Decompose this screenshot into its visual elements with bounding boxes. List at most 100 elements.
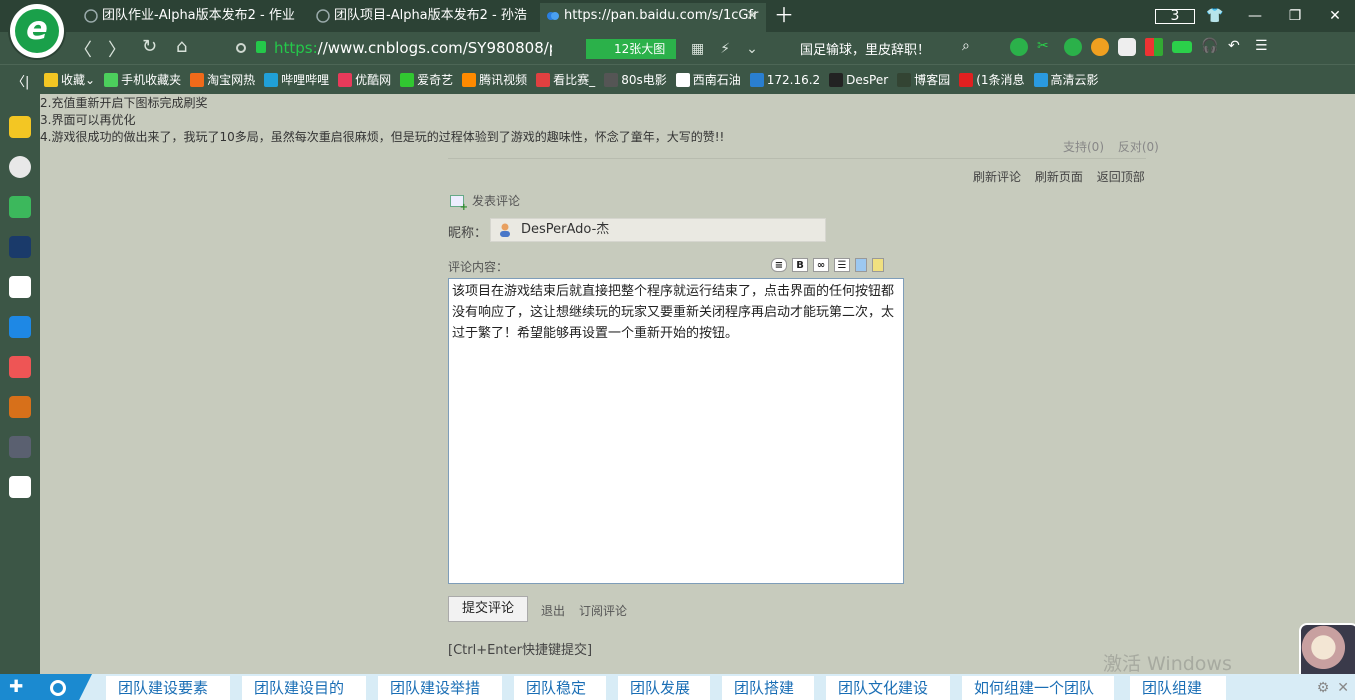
tab-1[interactable]: 团队作业-Alpha版本发布2 - 作业 xyxy=(78,3,304,32)
wallet-icon[interactable] xyxy=(1091,38,1109,56)
minimize-icon[interactable]: — xyxy=(1235,8,1275,24)
bottom-link[interactable]: 团队稳定 xyxy=(514,676,606,700)
bottom-link[interactable]: 团队建设目的 xyxy=(242,676,366,700)
sidebar-toggle-icon[interactable]: 〈| xyxy=(12,71,29,90)
favorites-icon[interactable] xyxy=(9,116,31,138)
logout-link[interactable]: 退出 xyxy=(541,602,565,619)
oppose-link[interactable]: 反对(0) xyxy=(1118,140,1159,154)
bottom-link[interactable]: 团队建设举措 xyxy=(378,676,502,700)
link-icon[interactable]: ∞ xyxy=(813,258,829,272)
bold-icon[interactable]: B xyxy=(792,258,808,272)
dropdown-icon[interactable]: ⌄ xyxy=(746,41,774,57)
bottom-close-icon[interactable]: ✕ xyxy=(1337,680,1349,696)
speed-icon[interactable]: ⚡ xyxy=(720,41,746,57)
bottom-link[interactable]: 如何组建一个团队 xyxy=(962,676,1114,700)
url-input[interactable]: https://www.cnblogs.com/SY980808/p/11896… xyxy=(226,34,792,62)
reader-mode-icon[interactable] xyxy=(1010,38,1028,56)
menu-icon[interactable]: ☰ xyxy=(1255,38,1273,56)
forward-icon[interactable]: 〉 xyxy=(108,36,126,62)
news-headline[interactable]: 国足输球，里皮辞职！ xyxy=(800,39,930,58)
code-icon[interactable]: ☰ xyxy=(834,258,850,272)
bookmark-item[interactable]: 看比赛_ xyxy=(536,71,595,88)
scissors-icon[interactable]: ✂ xyxy=(1037,38,1055,56)
refresh-page-link[interactable]: 刷新页面 xyxy=(1035,170,1083,184)
image-upload-icon[interactable] xyxy=(855,258,867,272)
bookmark-label: (1条消息 xyxy=(976,73,1025,87)
download-app-icon[interactable] xyxy=(9,476,31,498)
bookmark-item[interactable]: DesPer xyxy=(829,71,888,88)
document-icon[interactable] xyxy=(9,276,31,298)
comment-textarea[interactable] xyxy=(448,278,904,584)
bookmark-item[interactable]: 高清云影 xyxy=(1033,71,1099,88)
refresh-comments-link[interactable]: 刷新评论 xyxy=(973,170,1021,184)
bookmark-item[interactable]: 哔哩哔哩 xyxy=(264,71,329,88)
browser-logo[interactable]: e xyxy=(10,4,64,58)
bookmark-item[interactable]: 172.16.2 xyxy=(749,71,820,88)
chat-icon[interactable] xyxy=(9,316,31,338)
close-window-icon[interactable]: ✕ xyxy=(1315,8,1355,24)
new-tab-icon[interactable]: ＋ xyxy=(774,3,794,27)
floating-avatar[interactable] xyxy=(1299,623,1355,674)
undo-icon[interactable]: ↶ xyxy=(1228,38,1246,56)
bookmark-item[interactable]: 博客园 xyxy=(897,71,950,88)
search-icon[interactable]: ⌕ xyxy=(962,38,970,54)
big-picture-button[interactable]: 12张大图 xyxy=(586,39,676,59)
apps-icon[interactable] xyxy=(1145,38,1163,56)
home-icon[interactable]: ⌂ xyxy=(176,36,187,57)
close-tab-icon[interactable]: ✕ xyxy=(746,3,758,29)
tab-count[interactable]: 3 xyxy=(1155,8,1195,24)
world-news-icon[interactable] xyxy=(9,236,31,258)
image-icon[interactable] xyxy=(872,258,884,272)
skin-icon[interactable]: 👕 xyxy=(1195,8,1235,24)
bottom-link[interactable]: 团队组建 xyxy=(1130,676,1226,700)
back-icon[interactable]: 〈 xyxy=(74,36,92,62)
site-info-icon[interactable] xyxy=(236,43,246,53)
bookmark-item[interactable]: (1条消息 xyxy=(959,71,1025,88)
translate-icon[interactable] xyxy=(1064,38,1082,56)
battery-icon[interactable] xyxy=(1172,41,1192,53)
comment-line-3: 3.界面可以再优化 xyxy=(40,113,136,127)
bookmark-list: 收藏 ⌄ 手机收藏夹 淘宝网热 哔哩哔哩 优酷网 爱奇艺 腾讯视频 看比赛_ 80s电影 西南石油… xyxy=(44,71,1108,88)
restore-icon[interactable]: ❐ xyxy=(1275,8,1315,24)
game-app-icon-1[interactable] xyxy=(9,356,31,378)
lock-icon xyxy=(256,41,266,53)
mail-icon[interactable] xyxy=(9,196,31,218)
bottom-link[interactable]: 团队发展 xyxy=(618,676,710,700)
bookmark-item[interactable]: 淘宝网热 xyxy=(190,71,255,88)
url-text: https://www.cnblogs.com/SY980808/p/11896 xyxy=(274,39,552,57)
bookmark-item[interactable]: 腾讯视频 xyxy=(462,71,527,88)
bookmark-item[interactable]: 手机收藏夹 xyxy=(104,71,181,88)
bottom-link[interactable]: 团队搭建 xyxy=(722,676,814,700)
tab-2[interactable]: 团队项目-Alpha版本发布2 - 孙浩 xyxy=(310,3,536,32)
back-to-top-link[interactable]: 返回顶部 xyxy=(1097,170,1145,184)
bookmark-item[interactable]: 优酷网 xyxy=(338,71,391,88)
film-icon xyxy=(604,72,619,87)
refresh-icon[interactable]: ↻ xyxy=(142,36,157,57)
game-app-icon-2[interactable] xyxy=(9,396,31,418)
chevron-down-icon[interactable]: ⌄ xyxy=(85,73,95,87)
bottom-ad-bar: ✚ 团队建设要素 团队建设目的 团队建设举措 团队稳定 团队发展 团队搭建 团队文化建设 如何… xyxy=(0,674,1355,700)
weibo-icon[interactable] xyxy=(9,156,31,178)
bottom-link[interactable]: 团队建设要素 xyxy=(106,676,230,700)
tencent-video-icon xyxy=(462,72,477,87)
bottom-link[interactable]: 团队文化建设 xyxy=(826,676,950,700)
bottom-settings-icon[interactable]: ⚙ xyxy=(1317,680,1330,696)
bookmark-item[interactable]: 西南石油 xyxy=(675,71,741,88)
bookmark-item[interactable]: 80s电影 xyxy=(604,71,667,88)
reader-icon[interactable]: ▦ xyxy=(691,41,720,57)
headphones-icon[interactable]: 🎧 xyxy=(1201,38,1219,56)
submit-comment-button[interactable]: 提交评论 xyxy=(448,596,528,622)
support-link[interactable]: 支持(0) xyxy=(1063,140,1104,154)
plus-icon: ✚ xyxy=(9,677,24,697)
bookmark-item[interactable]: 收藏 ⌄ xyxy=(44,71,95,88)
tab-2-title: 团队项目-Alpha版本发布2 - 孙浩 xyxy=(334,8,527,23)
tab-3[interactable]: https://pan.baidu.com/s/1cGfr ✕ xyxy=(540,3,766,32)
bookmark-item[interactable]: 爱奇艺 xyxy=(400,71,453,88)
quote-icon[interactable]: ≡ xyxy=(771,258,787,272)
bottom-bar-logo[interactable]: ✚ xyxy=(0,674,92,700)
subscribe-comments-link[interactable]: 订阅评论 xyxy=(579,602,627,619)
game-icon[interactable] xyxy=(1118,38,1136,56)
search-ring-icon xyxy=(50,680,66,696)
game-app-icon-3[interactable] xyxy=(9,436,31,458)
toolbar-icons: ✂ 🎧 ↶ ☰ xyxy=(1010,38,1273,56)
